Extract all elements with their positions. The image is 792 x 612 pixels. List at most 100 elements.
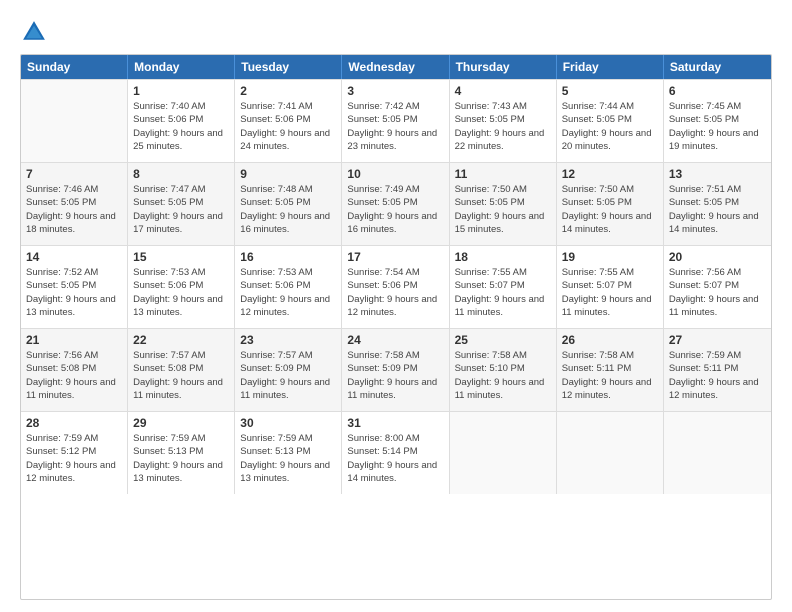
day-cell-12: 12 Sunrise: 7:50 AMSunset: 5:05 PMDayligh… [557, 163, 664, 245]
week-row-1: 1 Sunrise: 7:40 AMSunset: 5:06 PMDaylight… [21, 79, 771, 162]
day-info: Sunrise: 7:46 AMSunset: 5:05 PMDaylight:… [26, 183, 122, 236]
day-number: 9 [240, 167, 336, 181]
header-cell-wednesday: Wednesday [342, 55, 449, 79]
day-cell-7: 7 Sunrise: 7:46 AMSunset: 5:05 PMDaylight… [21, 163, 128, 245]
empty-cell [21, 80, 128, 162]
day-number: 13 [669, 167, 766, 181]
day-cell-27: 27 Sunrise: 7:59 AMSunset: 5:11 PMDayligh… [664, 329, 771, 411]
day-number: 30 [240, 416, 336, 430]
day-number: 25 [455, 333, 551, 347]
header-cell-friday: Friday [557, 55, 664, 79]
day-cell-22: 22Sunrise: 7:57 AMSunset: 5:08 PMDayligh… [128, 329, 235, 411]
day-cell-14: 14 Sunrise: 7:52 AMSunset: 5:05 PMDayligh… [21, 246, 128, 328]
day-cell-16: 16 Sunrise: 7:53 AMSunset: 5:06 PMDayligh… [235, 246, 342, 328]
day-info: Sunrise: 7:49 AMSunset: 5:05 PMDaylight:… [347, 183, 443, 236]
day-number: 28 [26, 416, 122, 430]
day-info: Sunrise: 7:52 AMSunset: 5:05 PMDaylight:… [26, 266, 122, 319]
day-info: Sunrise: 7:53 AMSunset: 5:06 PMDaylight:… [133, 266, 229, 319]
day-info: Sunrise: 7:59 AMSunset: 5:13 PMDaylight:… [240, 432, 336, 485]
day-number: 6 [669, 84, 766, 98]
calendar: SundayMondayTuesdayWednesdayThursdayFrid… [20, 54, 772, 600]
day-info: Sunrise: 7:56 AMSunset: 5:07 PMDaylight:… [669, 266, 766, 319]
week-row-3: 14 Sunrise: 7:52 AMSunset: 5:05 PMDayligh… [21, 245, 771, 328]
day-number: 16 [240, 250, 336, 264]
day-info: Sunrise: 7:42 AMSunset: 5:05 PMDaylight:… [347, 100, 443, 153]
day-info: Sunrise: 7:53 AMSunset: 5:06 PMDaylight:… [240, 266, 336, 319]
day-number: 7 [26, 167, 122, 181]
day-info: Sunrise: 7:55 AMSunset: 5:07 PMDaylight:… [562, 266, 658, 319]
week-row-5: 28 Sunrise: 7:59 AMSunset: 5:12 PMDayligh… [21, 411, 771, 494]
day-number: 18 [455, 250, 551, 264]
day-cell-3: 3 Sunrise: 7:42 AMSunset: 5:05 PMDaylight… [342, 80, 449, 162]
day-cell-15: 15 Sunrise: 7:53 AMSunset: 5:06 PMDayligh… [128, 246, 235, 328]
day-number: 22 [133, 333, 229, 347]
day-info: Sunrise: 7:45 AMSunset: 5:05 PMDaylight:… [669, 100, 766, 153]
day-info: Sunrise: 7:59 AMSunset: 5:12 PMDaylight:… [26, 432, 122, 485]
logo-icon [20, 18, 48, 46]
day-number: 21 [26, 333, 122, 347]
day-info: Sunrise: 7:44 AMSunset: 5:05 PMDaylight:… [562, 100, 658, 153]
header-cell-saturday: Saturday [664, 55, 771, 79]
day-cell-21: 21Sunrise: 7:56 AMSunset: 5:08 PMDayligh… [21, 329, 128, 411]
day-cell-11: 11Sunrise: 7:50 AMSunset: 5:05 PMDayligh… [450, 163, 557, 245]
day-info: Sunrise: 7:57 AMSunset: 5:09 PMDaylight:… [240, 349, 336, 402]
day-cell-5: 5 Sunrise: 7:44 AMSunset: 5:05 PMDaylight… [557, 80, 664, 162]
header-cell-sunday: Sunday [21, 55, 128, 79]
day-info: Sunrise: 7:59 AMSunset: 5:11 PMDaylight:… [669, 349, 766, 402]
day-info: Sunrise: 7:41 AMSunset: 5:06 PMDaylight:… [240, 100, 336, 153]
day-number: 24 [347, 333, 443, 347]
day-number: 17 [347, 250, 443, 264]
day-number: 14 [26, 250, 122, 264]
day-number: 5 [562, 84, 658, 98]
day-number: 20 [669, 250, 766, 264]
day-number: 19 [562, 250, 658, 264]
logo [20, 18, 52, 46]
day-info: Sunrise: 7:48 AMSunset: 5:05 PMDaylight:… [240, 183, 336, 236]
day-cell-8: 8 Sunrise: 7:47 AMSunset: 5:05 PMDaylight… [128, 163, 235, 245]
day-info: Sunrise: 7:43 AMSunset: 5:05 PMDaylight:… [455, 100, 551, 153]
day-cell-4: 4 Sunrise: 7:43 AMSunset: 5:05 PMDaylight… [450, 80, 557, 162]
empty-cell [557, 412, 664, 494]
week-row-2: 7 Sunrise: 7:46 AMSunset: 5:05 PMDaylight… [21, 162, 771, 245]
header-cell-thursday: Thursday [450, 55, 557, 79]
page: SundayMondayTuesdayWednesdayThursdayFrid… [0, 0, 792, 612]
day-cell-17: 17Sunrise: 7:54 AMSunset: 5:06 PMDayligh… [342, 246, 449, 328]
day-number: 3 [347, 84, 443, 98]
day-number: 23 [240, 333, 336, 347]
day-info: Sunrise: 7:55 AMSunset: 5:07 PMDaylight:… [455, 266, 551, 319]
day-info: Sunrise: 7:50 AMSunset: 5:05 PMDaylight:… [562, 183, 658, 236]
day-cell-18: 18 Sunrise: 7:55 AMSunset: 5:07 PMDayligh… [450, 246, 557, 328]
day-cell-13: 13 Sunrise: 7:51 AMSunset: 5:05 PMDayligh… [664, 163, 771, 245]
day-number: 8 [133, 167, 229, 181]
day-info: Sunrise: 7:51 AMSunset: 5:05 PMDaylight:… [669, 183, 766, 236]
day-number: 26 [562, 333, 658, 347]
day-cell-31: 31Sunrise: 8:00 AMSunset: 5:14 PMDayligh… [342, 412, 449, 494]
day-number: 4 [455, 84, 551, 98]
empty-cell [450, 412, 557, 494]
calendar-header-row: SundayMondayTuesdayWednesdayThursdayFrid… [21, 55, 771, 79]
day-info: Sunrise: 7:40 AMSunset: 5:06 PMDaylight:… [133, 100, 229, 153]
day-number: 12 [562, 167, 658, 181]
day-info: Sunrise: 7:47 AMSunset: 5:05 PMDaylight:… [133, 183, 229, 236]
day-info: Sunrise: 7:58 AMSunset: 5:10 PMDaylight:… [455, 349, 551, 402]
day-info: Sunrise: 7:58 AMSunset: 5:09 PMDaylight:… [347, 349, 443, 402]
day-number: 10 [347, 167, 443, 181]
day-number: 29 [133, 416, 229, 430]
day-cell-30: 30 Sunrise: 7:59 AMSunset: 5:13 PMDayligh… [235, 412, 342, 494]
day-cell-6: 6 Sunrise: 7:45 AMSunset: 5:05 PMDaylight… [664, 80, 771, 162]
header-cell-tuesday: Tuesday [235, 55, 342, 79]
calendar-body: 1 Sunrise: 7:40 AMSunset: 5:06 PMDaylight… [21, 79, 771, 494]
day-cell-10: 10 Sunrise: 7:49 AMSunset: 5:05 PMDayligh… [342, 163, 449, 245]
day-cell-28: 28 Sunrise: 7:59 AMSunset: 5:12 PMDayligh… [21, 412, 128, 494]
day-cell-2: 2 Sunrise: 7:41 AMSunset: 5:06 PMDaylight… [235, 80, 342, 162]
day-info: Sunrise: 7:58 AMSunset: 5:11 PMDaylight:… [562, 349, 658, 402]
header [20, 18, 772, 46]
day-number: 1 [133, 84, 229, 98]
day-number: 15 [133, 250, 229, 264]
week-row-4: 21Sunrise: 7:56 AMSunset: 5:08 PMDayligh… [21, 328, 771, 411]
day-number: 2 [240, 84, 336, 98]
day-cell-1: 1 Sunrise: 7:40 AMSunset: 5:06 PMDaylight… [128, 80, 235, 162]
day-info: Sunrise: 7:50 AMSunset: 5:05 PMDaylight:… [455, 183, 551, 236]
day-info: Sunrise: 8:00 AMSunset: 5:14 PMDaylight:… [347, 432, 443, 485]
day-number: 27 [669, 333, 766, 347]
